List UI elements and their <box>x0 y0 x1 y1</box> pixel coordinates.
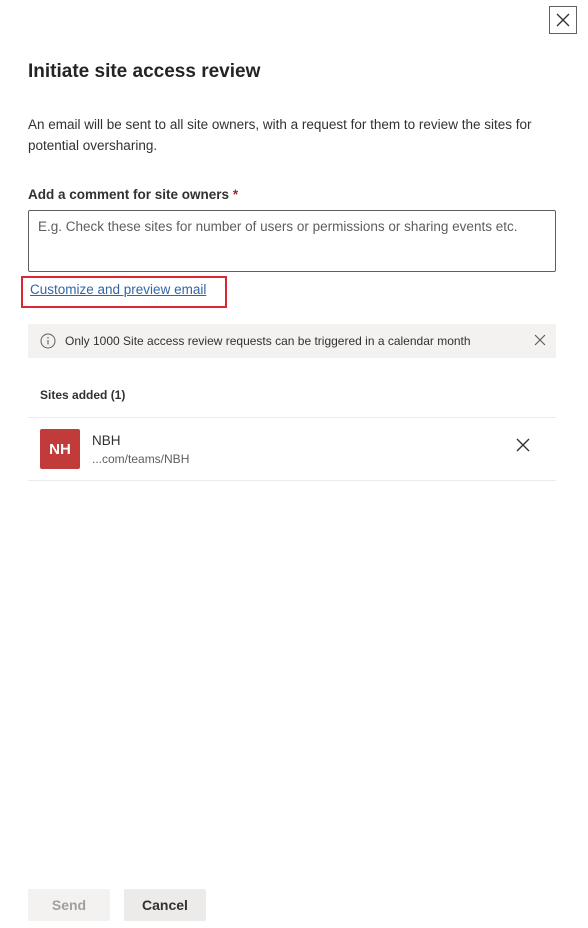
send-button[interactable]: Send <box>28 889 110 921</box>
cancel-button[interactable]: Cancel <box>124 889 206 921</box>
close-icon <box>556 13 570 27</box>
comment-label: Add a comment for site owners * <box>28 187 238 202</box>
dismiss-info-button[interactable] <box>534 334 546 346</box>
site-name: NBH <box>92 433 121 448</box>
site-list-item: NH NBH ...com/teams/NBH <box>28 418 556 480</box>
info-message-bar: Only 1000 Site access review requests ca… <box>28 324 556 358</box>
divider <box>28 480 556 481</box>
info-message-text: Only 1000 Site access review requests ca… <box>65 334 471 348</box>
comment-input[interactable] <box>28 210 556 272</box>
remove-site-button[interactable] <box>515 437 533 455</box>
panel-description: An email will be sent to all site owners… <box>28 117 532 153</box>
close-icon <box>534 334 546 346</box>
sites-added-header: Sites added (1) <box>40 388 126 402</box>
site-url: ...com/teams/NBH <box>92 452 190 466</box>
info-icon <box>40 333 56 349</box>
required-marker: * <box>232 187 239 202</box>
close-panel-button[interactable] <box>549 6 577 34</box>
customize-preview-email-link[interactable]: Customize and preview email <box>30 282 206 297</box>
comment-label-text: Add a comment for site owners <box>28 187 230 202</box>
close-icon <box>516 438 530 452</box>
site-avatar: NH <box>40 429 80 469</box>
panel-title: Initiate site access review <box>28 61 261 82</box>
